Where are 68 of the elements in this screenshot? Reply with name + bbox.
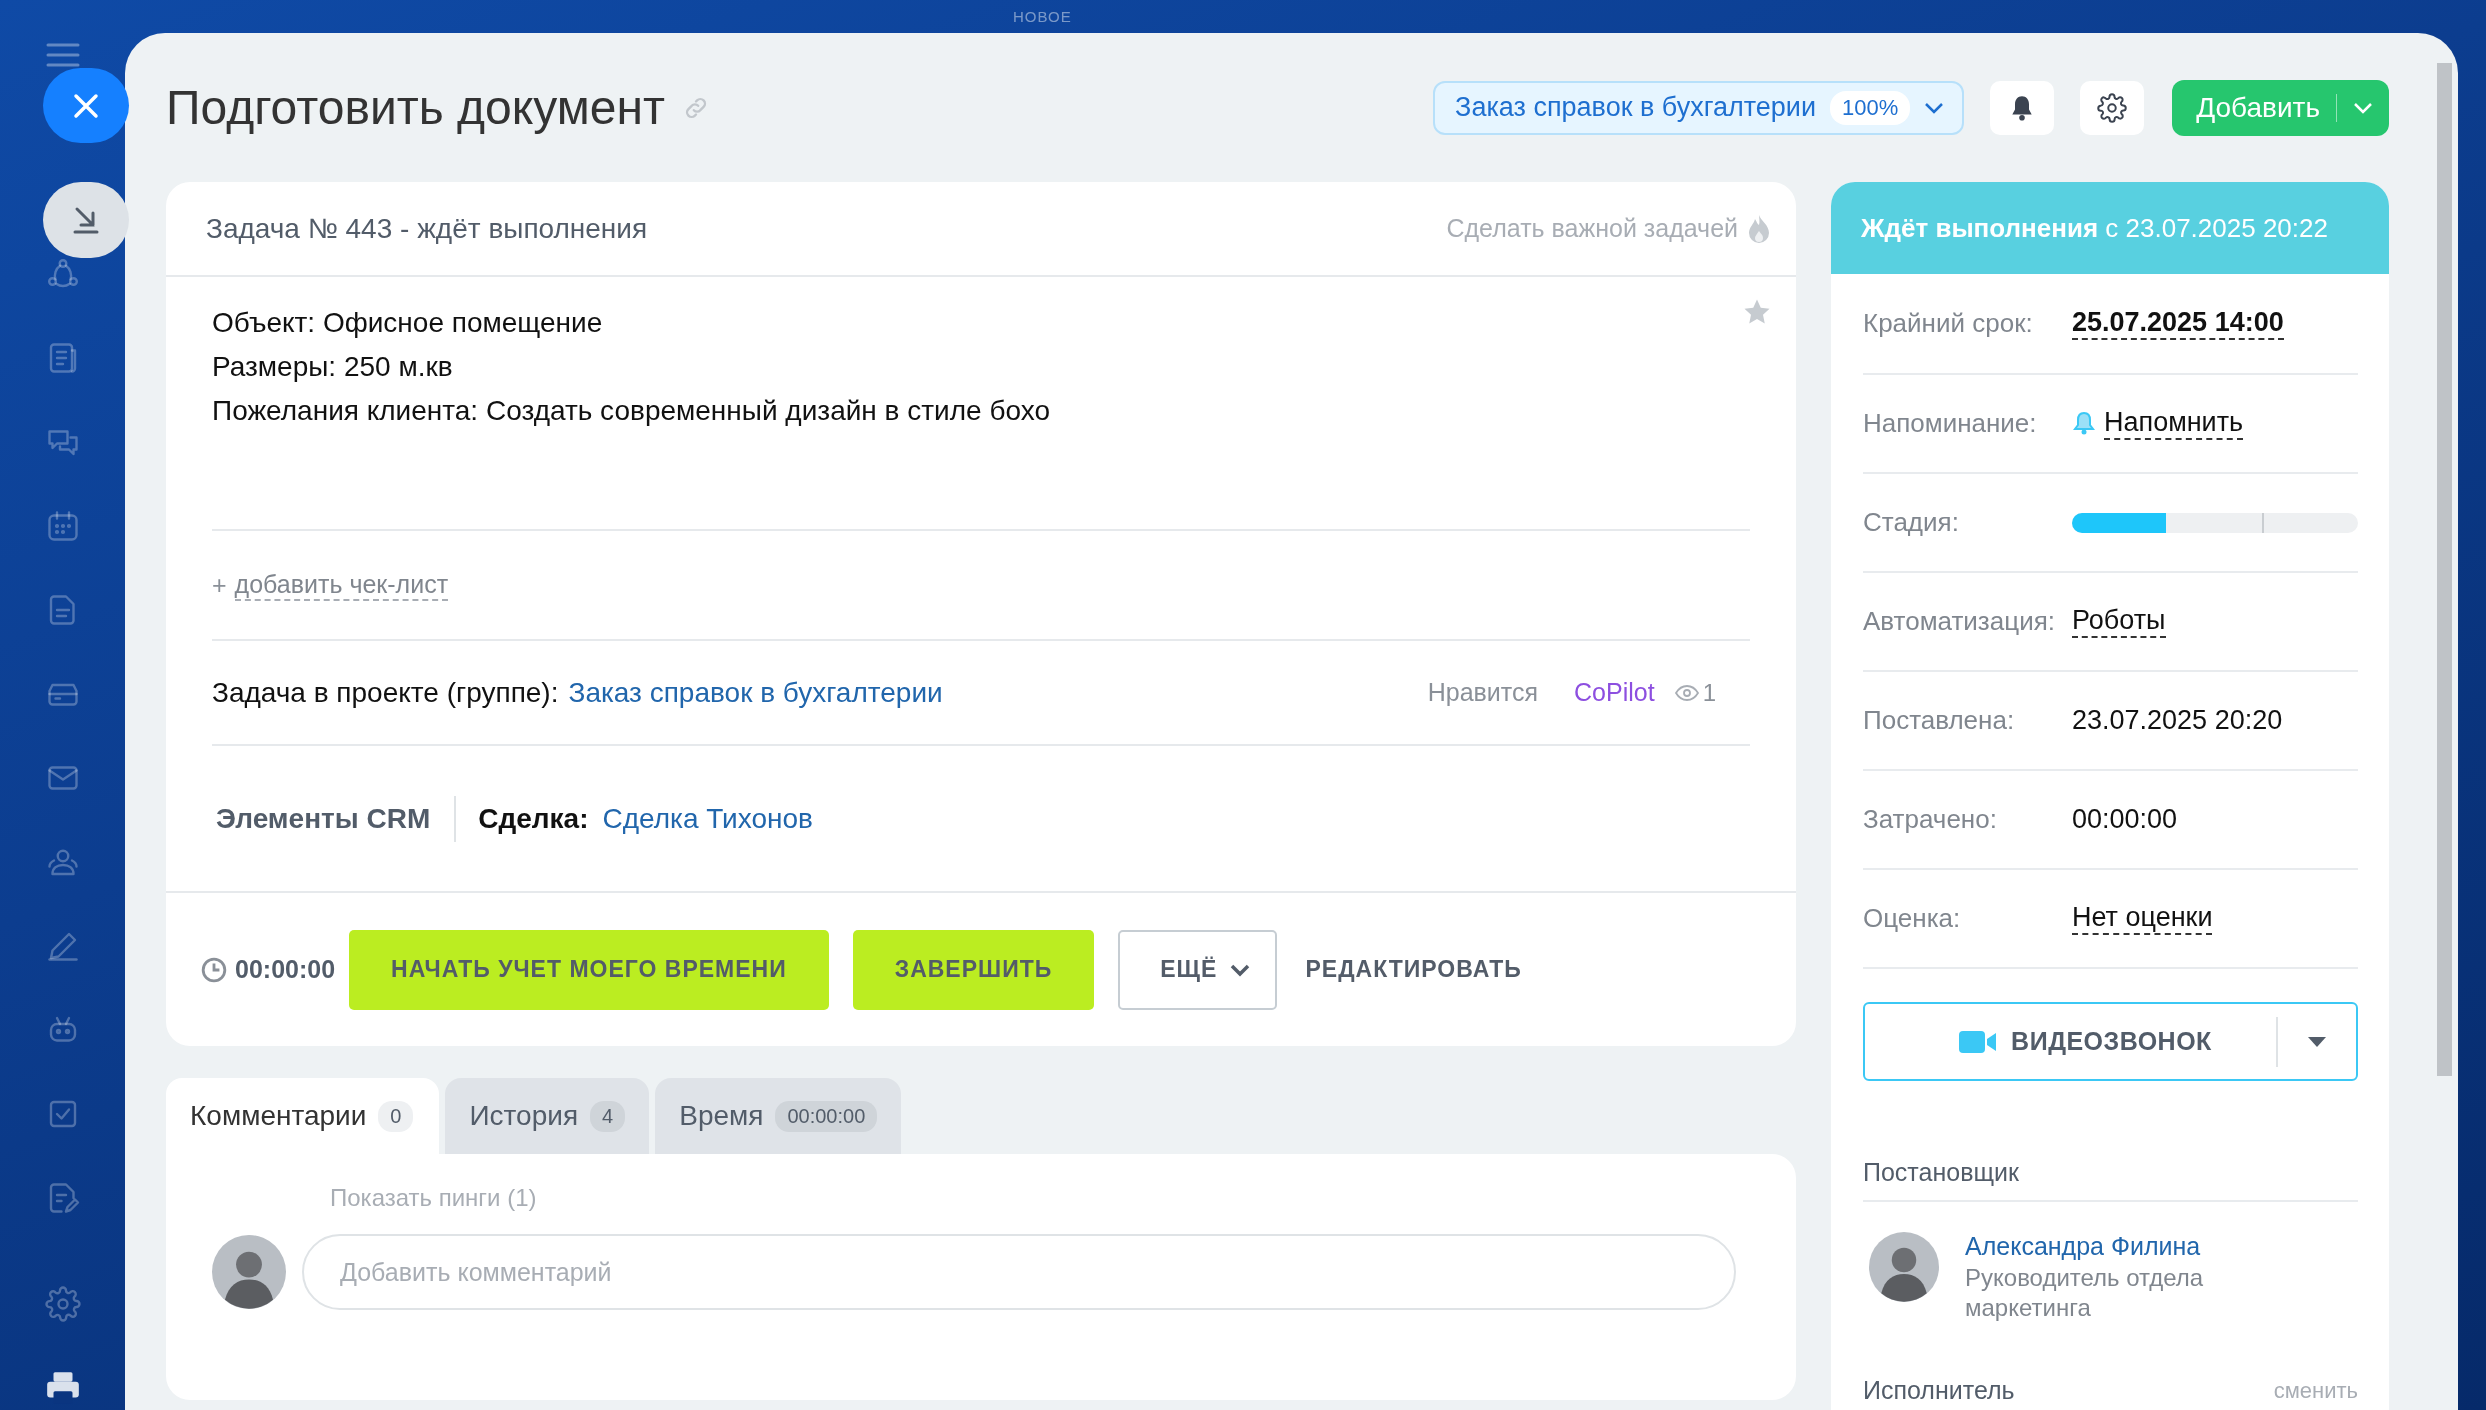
chevron-down-icon [1229,962,1252,977]
close-icon [73,92,99,119]
description-line: Пожелания клиента: Создать современный дизайн в стиле бохо [212,394,1051,428]
video-camera-icon [1959,1029,1998,1054]
progress-percent: 100% [1829,90,1911,125]
person-role: Руководитель отдела маркетинга [1965,1263,2205,1323]
scrollbar[interactable] [2437,63,2452,1076]
chevron-down-icon [1924,101,1945,114]
description-line: Объект: Офисное помещение [212,306,604,340]
tab[interactable]: Время 00:00:00 [655,1078,902,1154]
project-link[interactable]: Заказ справок в бухгалтерии [568,676,943,709]
notification-button[interactable] [1990,80,2055,135]
settings-button[interactable] [2080,80,2145,135]
field-value: 23.07.2025 20:20 [2072,705,2283,736]
count-badge: 0 [378,1100,414,1132]
crm-label: Элементы CRM [216,802,432,835]
arrow-down-right-icon [71,205,101,235]
view-count: 1 [1702,678,1716,707]
add-checklist-link[interactable]: добавить чек-лист [234,569,449,601]
timer-value: 00:00:00 [235,955,336,984]
settings-icon [2097,92,2128,123]
status-text: Ждёт выполнения с 23.07.2025 20:22 [1861,212,2328,244]
section-heading: Постановщик [1863,1158,2019,1187]
plus-sign: + [212,570,227,600]
section-heading: Исполнитель [1863,1376,2015,1405]
count-badge: 4 [590,1100,626,1132]
task-heading: Задача № 443 - ждёт выполнения [206,212,648,245]
field-label: Стадия: [1863,507,1960,538]
eye-icon [1674,684,1699,701]
deal-link[interactable]: Сделка Тихонов [602,802,813,835]
like-link[interactable]: Нравится [1427,678,1539,707]
action-button[interactable]: НАЧАТЬ УЧЕТ МОЕГО ВРЕМЕНИ [349,929,829,1010]
bell-icon [2072,410,2096,437]
project-label: Задача в проекте (группе): [212,676,559,709]
avatar [1869,1232,1939,1302]
caret-icon [2308,1036,2326,1047]
settings-icon[interactable] [44,1286,81,1322]
field-link[interactable]: Нет оценки [2072,901,2213,935]
clock-icon [201,956,227,983]
action-button[interactable]: ЗАВЕРШИТЬ [852,929,1095,1010]
task-title: Подготовить документ [166,80,665,135]
more-button[interactable]: ЕЩЁ [1118,929,1278,1010]
person-name[interactable]: Александра Филина [1965,1232,2255,1261]
tab[interactable]: История 4 [445,1078,650,1154]
field-label: Оценка: [1863,903,1962,934]
reminder-link[interactable]: Напомнить [2104,406,2244,440]
tab[interactable]: Комментарии 0 [166,1078,440,1154]
chevron-down-icon [2353,101,2373,114]
count-badge: 00:00:00 [775,1100,878,1132]
stage-bar[interactable] [2072,512,2358,533]
field-label: Напоминание: [1863,408,2038,439]
deal-label: Сделка: [478,802,589,835]
edit-button[interactable]: РЕДАКТИРОВАТЬ [1301,929,1526,1010]
field-label: Автоматизация: [1863,606,2056,637]
tab-label: НОВОЕ [1013,8,1072,25]
field-label: Крайний срок: [1863,308,2034,339]
field-label: Затрачено: [1863,804,1998,835]
project-selector[interactable]: Заказ справок в бухгалтерии 100% [1433,80,1965,135]
copilot-link[interactable]: CoPilot [1574,678,1655,707]
field-value: 00:00:00 [2072,804,2178,835]
flame-icon[interactable] [1748,213,1770,244]
video-call-button[interactable]: ВИДЕОЗВОНОК [1863,1002,2358,1081]
deadline-value[interactable]: 25.07.2025 14:00 [2072,306,2284,340]
comment-field[interactable]: Добавить комментарий [302,1234,1736,1310]
close-button[interactable] [43,68,129,143]
field-label: Поставлена: [1863,705,2016,736]
description-line: Размеры: 250 м.кв [212,350,454,384]
field-link[interactable]: Роботы [2072,604,2166,638]
